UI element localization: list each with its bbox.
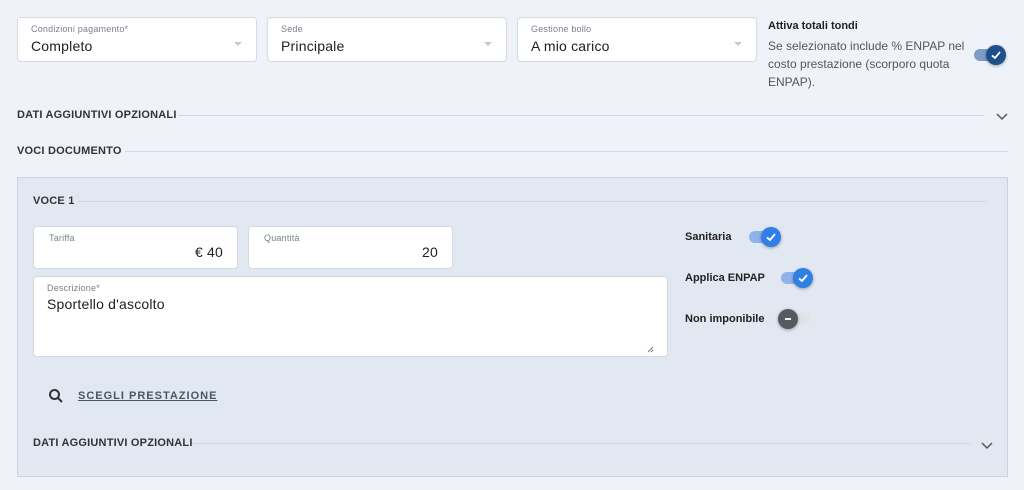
payment-conditions-select[interactable]: Condizioni pagamento* Completo [17, 17, 257, 62]
minus-icon [785, 318, 791, 320]
sanitaria-toggle[interactable] [745, 226, 781, 248]
rate-input[interactable]: Tariffa € 40 [33, 226, 238, 269]
toggle-label-applica-enpap: Applica ENPAP [685, 272, 765, 284]
quantity-label: Quantità [264, 233, 300, 243]
rate-label: Tariffa [49, 233, 75, 243]
optional-data-header[interactable]: DATI AGGIUNTIVI OPZIONALI [17, 109, 177, 121]
applica-enpap-toggle[interactable] [777, 267, 813, 289]
stamp-management-value: A mio carico [531, 38, 610, 54]
item-optional-data-header[interactable]: DATI AGGIUNTIVI OPZIONALI [33, 437, 193, 449]
item-panel: VOCE 1 Tariffa € 40 Quantità 20 Descrizi… [17, 177, 1008, 477]
rate-value: € 40 [194, 244, 223, 260]
payment-conditions-value: Completo [31, 38, 93, 54]
chevron-down-icon [734, 42, 742, 46]
divider [125, 151, 1008, 152]
document-items-header: VOCI DOCUMENTO [17, 145, 122, 157]
office-value: Principale [281, 38, 345, 54]
chevron-down-icon [234, 42, 242, 46]
payment-conditions-label: Condizioni pagamento* [31, 24, 129, 34]
round-totals-description: Se selezionato include % ENPAP nel costo… [768, 39, 965, 89]
quantity-value: 20 [422, 244, 438, 260]
round-totals-title: Attiva totali tondi [768, 20, 858, 32]
chevron-down-icon [484, 42, 492, 46]
choose-service-button[interactable]: SCEGLI PRESTAZIONE [78, 390, 217, 402]
description-value: Sportello d'ascolto [47, 296, 165, 312]
quantity-input[interactable]: Quantità 20 [248, 226, 453, 269]
office-select[interactable]: Sede Principale [267, 17, 507, 62]
round-totals-toggle[interactable] [970, 44, 1006, 66]
chevron-down-icon[interactable] [996, 113, 1008, 121]
item-title: VOCE 1 [33, 195, 75, 207]
chevron-down-icon[interactable] [981, 442, 993, 450]
toggle-label-non-imponibile: Non imponibile [685, 313, 765, 325]
search-icon[interactable] [48, 388, 64, 404]
check-icon [766, 233, 776, 242]
non-imponibile-toggle[interactable] [778, 308, 814, 330]
toggle-label-sanitaria: Sanitaria [685, 231, 732, 243]
description-label: Descrizione* [47, 283, 100, 293]
divider [178, 115, 984, 116]
stamp-management-select[interactable]: Gestione bollo A mio carico [517, 17, 757, 62]
check-icon [991, 51, 1001, 60]
office-label: Sede [281, 24, 303, 34]
check-icon [798, 274, 808, 283]
description-textarea[interactable]: Descrizione* Sportello d'ascolto [33, 276, 668, 357]
divider [78, 201, 986, 202]
resize-handle-icon[interactable] [646, 345, 654, 353]
stamp-management-label: Gestione bollo [531, 24, 592, 34]
divider [193, 443, 970, 444]
